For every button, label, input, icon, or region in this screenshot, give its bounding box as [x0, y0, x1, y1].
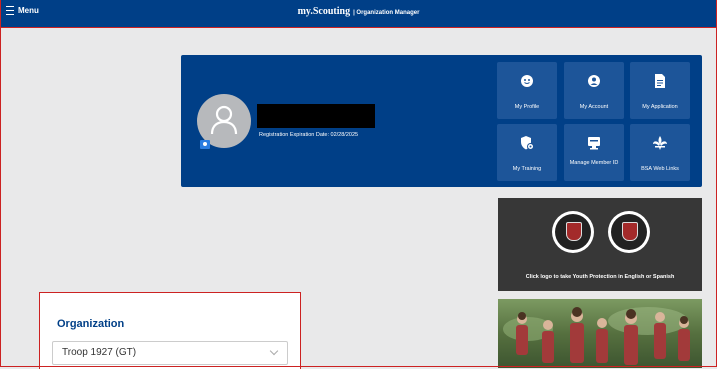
manage-member-id-tile[interactable]: Manage Member ID	[564, 124, 624, 181]
scouts-photo	[498, 299, 702, 368]
chevron-down-icon	[269, 346, 279, 356]
top-nav-bar: Menu my.Scouting | Organization Manager	[0, 0, 717, 28]
fleur-de-lis-icon	[653, 136, 667, 150]
bsa-web-links-tile[interactable]: BSA Web Links	[630, 124, 690, 181]
document-icon	[655, 74, 665, 88]
shield-gear-icon	[521, 136, 534, 150]
my-profile-tile[interactable]: My Profile	[497, 62, 557, 119]
redacted-member-name	[257, 104, 375, 128]
my-application-tile[interactable]: My Application	[630, 62, 690, 119]
youth-protection-caption: Click logo to take Youth Protection in E…	[525, 274, 675, 280]
tile-label: My Profile	[514, 104, 540, 110]
brand-name: my.Scouting	[297, 6, 351, 17]
user-silhouette-icon	[210, 105, 238, 135]
youth-protection-english-logo[interactable]	[552, 211, 594, 253]
my-account-tile[interactable]: My Account	[564, 62, 624, 119]
tile-label: My Training	[512, 166, 542, 172]
organization-label: Organization	[57, 318, 125, 330]
tile-label: My Application	[642, 104, 678, 110]
my-training-tile[interactable]: My Training	[497, 124, 557, 181]
id-card-icon	[588, 137, 600, 150]
youth-protection-panel: Click logo to take Youth Protection in E…	[498, 198, 702, 291]
smile-face-icon	[521, 75, 533, 87]
tile-label: BSA Web Links	[641, 166, 679, 172]
app-title: my.Scouting | Organization Manager	[0, 6, 717, 17]
youth-protection-spanish-logo[interactable]	[608, 211, 650, 253]
registration-expiration: Registration Expiration Date: 02/28/2025	[259, 132, 359, 138]
organization-card: Organization Troop 1927 (GT)	[39, 292, 301, 369]
camera-icon[interactable]	[200, 140, 210, 149]
app-subtitle: | Organization Manager	[353, 10, 420, 16]
organization-selected-value: Troop 1927 (GT)	[62, 347, 137, 358]
tile-label: My Account	[579, 104, 609, 110]
organization-select[interactable]: Troop 1927 (GT)	[52, 341, 288, 365]
user-circle-icon	[588, 75, 600, 87]
tile-label: Manage Member ID	[569, 160, 619, 166]
